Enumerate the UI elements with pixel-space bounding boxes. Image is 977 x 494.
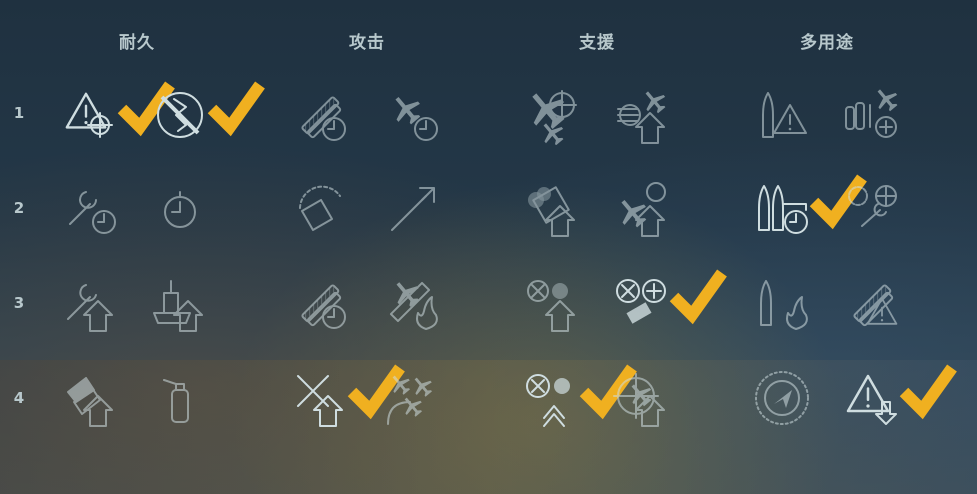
skill-gears-wrench[interactable] — [842, 178, 902, 238]
skill-no-fire-shield[interactable] — [150, 81, 265, 145]
skill-stopwatch[interactable] — [150, 178, 210, 238]
plane-timer-icon — [382, 96, 442, 149]
aa-target-icon — [612, 373, 672, 432]
torpedo-warning-icon — [752, 92, 812, 149]
selected-check-icon — [346, 362, 405, 420]
skill-crossed-planes-upgrade[interactable] — [290, 364, 405, 428]
torpedo-reload-icon — [752, 185, 812, 242]
aa-heal-icon — [612, 279, 672, 337]
guns-timer-icon — [290, 96, 350, 149]
skill-aa-double-upgrade[interactable] — [522, 364, 637, 428]
warning-download-icon — [842, 374, 902, 432]
category-header: 多用途 — [800, 33, 854, 53]
crossed-planes-upgrade-icon — [290, 375, 350, 432]
background-scene — [0, 360, 977, 494]
turret-arc-icon — [290, 185, 350, 242]
skill-plane-fire[interactable] — [382, 273, 442, 333]
selected-check-icon — [898, 362, 957, 420]
tier-label: 3 — [13, 294, 25, 312]
selected-check-icon — [116, 79, 175, 137]
skill-aa-upgrade[interactable] — [612, 85, 672, 145]
aircraft-crosshair-icon — [522, 90, 582, 149]
tier-label: 1 — [13, 104, 25, 122]
extinguisher-icon — [150, 379, 210, 432]
stopwatch-icon — [150, 191, 210, 242]
tier-label: 2 — [13, 199, 25, 217]
category-header: 攻击 — [349, 33, 385, 53]
guns-warning-icon — [842, 284, 902, 337]
ship-upgrade-icon — [150, 280, 210, 337]
selected-check-icon — [578, 362, 637, 420]
skill-consumable-heal[interactable] — [842, 85, 902, 145]
no-fire-shield-icon — [150, 92, 210, 149]
tier-label: 4 — [13, 389, 25, 407]
selected-check-icon — [808, 172, 867, 230]
skill-radar-detection[interactable] — [752, 368, 812, 428]
skill-smoke-upgrade[interactable] — [522, 178, 582, 238]
selected-check-icon — [206, 79, 265, 137]
consumable-heal-icon — [842, 89, 902, 149]
skill-warning-download[interactable] — [842, 364, 957, 428]
skill-aa-target[interactable] — [612, 368, 672, 428]
wrench-timer-icon — [60, 191, 120, 242]
skill-extinguisher[interactable] — [150, 368, 210, 428]
gears-wrench-icon — [842, 185, 902, 242]
plane-fire-icon — [382, 281, 442, 337]
aa-burst-upgrade-icon — [522, 280, 582, 337]
skill-turret-arc[interactable] — [290, 178, 350, 238]
shell-upgrade-icon — [60, 377, 120, 432]
skill-aa-burst-upgrade[interactable] — [522, 273, 582, 333]
skill-planes-wave[interactable] — [382, 368, 442, 428]
skill-wrench-timer[interactable] — [60, 178, 120, 238]
torpedo-timer-icon — [290, 284, 350, 337]
skill-torpedo-warning[interactable] — [752, 85, 812, 145]
skill-wrench-upgrade[interactable] — [60, 273, 120, 333]
skill-aircraft-crosshair[interactable] — [522, 85, 582, 146]
skill-ship-upgrade[interactable] — [150, 273, 210, 333]
skill-guns-timer[interactable] — [290, 85, 350, 145]
fighter-upgrade-icon — [612, 182, 672, 242]
category-header: 耐久 — [119, 33, 155, 53]
shell-range-icon — [382, 187, 442, 242]
radar-detection-icon — [752, 371, 812, 432]
skill-shell-upgrade[interactable] — [60, 368, 120, 428]
skill-plane-timer[interactable] — [382, 85, 442, 145]
planes-wave-icon — [382, 375, 442, 432]
skill-torpedo-fire[interactable] — [752, 273, 812, 333]
aa-double-upgrade-icon — [522, 374, 582, 432]
skill-shell-range[interactable] — [382, 178, 442, 238]
skill-guns-warning[interactable] — [842, 273, 902, 333]
torpedo-fire-icon — [752, 280, 812, 337]
smoke-upgrade-icon — [522, 186, 582, 242]
skill-aa-heal[interactable] — [612, 269, 727, 333]
skill-fighter-upgrade[interactable] — [612, 178, 672, 238]
selected-check-icon — [668, 267, 727, 325]
category-header: 支援 — [579, 33, 615, 53]
aa-upgrade-icon — [612, 91, 672, 149]
skill-torpedo-reload[interactable] — [752, 174, 867, 238]
wrench-upgrade-icon — [60, 284, 120, 337]
warning-crosshair-icon — [60, 92, 120, 149]
skill-torpedo-timer[interactable] — [290, 273, 350, 333]
skill-warning-crosshair[interactable] — [60, 81, 175, 145]
